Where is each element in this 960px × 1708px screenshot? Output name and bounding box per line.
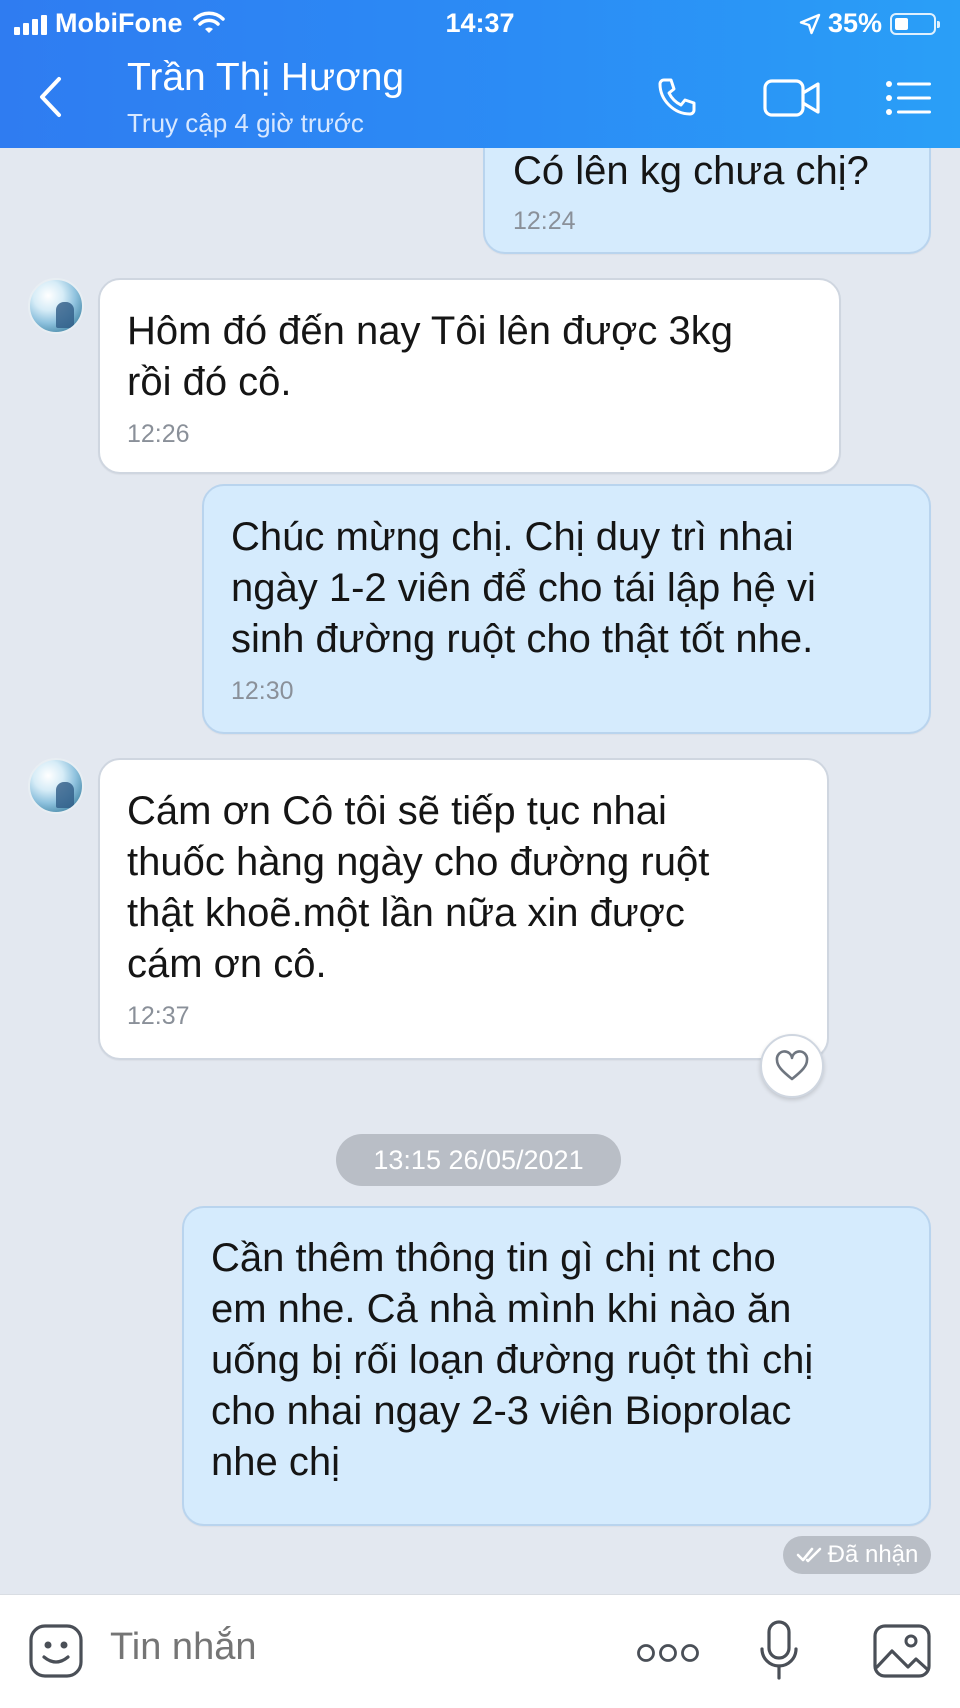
contact-avatar[interactable] bbox=[28, 278, 84, 334]
message-time: 12:26 bbox=[127, 420, 190, 448]
message-text: Chúc mừng chị. Chị duy trì nhai ngày 1-2… bbox=[231, 515, 816, 661]
more-dots-icon bbox=[637, 1644, 699, 1662]
menu-button[interactable] bbox=[884, 72, 934, 124]
message-time: 12:37 bbox=[127, 1002, 190, 1030]
message-text: Cần thêm thông tin gì chị nt cho em nhe.… bbox=[211, 1236, 814, 1484]
phone-icon bbox=[658, 78, 696, 116]
call-button[interactable] bbox=[650, 72, 702, 124]
message-text: Hôm đó đến nay Tôi lên được 3kg rồi đó c… bbox=[127, 309, 733, 404]
gallery-icon bbox=[873, 1624, 931, 1678]
message-input[interactable] bbox=[108, 1625, 592, 1670]
emoji-button[interactable] bbox=[28, 1623, 84, 1679]
location-arrow-icon bbox=[799, 13, 821, 34]
video-call-button[interactable] bbox=[762, 72, 822, 124]
contact-avatar[interactable] bbox=[28, 758, 84, 814]
voice-record-button[interactable] bbox=[758, 1619, 800, 1683]
message-time: 12:30 bbox=[231, 677, 294, 705]
message-bubble-outgoing[interactable]: Cần thêm thông tin gì chị nt cho em nhe.… bbox=[182, 1206, 931, 1526]
delivery-status: Đã nhận bbox=[783, 1536, 931, 1574]
gallery-button[interactable] bbox=[872, 1623, 932, 1679]
message-composer bbox=[0, 1594, 960, 1708]
battery-icon bbox=[890, 12, 940, 35]
microphone-icon bbox=[760, 1620, 798, 1680]
message-text: Cám ơn Cô tôi sẽ tiếp tục nhai thuốc hàn… bbox=[127, 789, 710, 986]
double-check-icon bbox=[796, 1547, 821, 1563]
delivery-status-text: Đã nhận bbox=[827, 1541, 919, 1568]
contact-last-seen: Truy cập 4 giờ trước bbox=[127, 108, 364, 138]
status-bar: MobiFone 14:37 35% bbox=[0, 0, 960, 48]
heart-icon bbox=[775, 1050, 809, 1081]
status-right: 35% bbox=[798, 8, 940, 39]
message-text: Có lên kg chưa chị? bbox=[513, 149, 869, 193]
chat-header: MobiFone 14:37 35% Trần Thị Hương Truy c… bbox=[0, 0, 960, 148]
emoji-icon bbox=[29, 1624, 83, 1678]
message-bubble-outgoing[interactable]: Chúc mừng chị. Chị duy trì nhai ngày 1-2… bbox=[202, 484, 931, 734]
contact-name[interactable]: Trần Thị Hương bbox=[127, 56, 404, 100]
message-time: 12:24 bbox=[513, 207, 576, 235]
react-heart-button[interactable] bbox=[760, 1034, 824, 1098]
back-button[interactable] bbox=[28, 70, 72, 124]
back-chevron-icon bbox=[40, 77, 61, 117]
date-separator: 13:15 26/05/2021 bbox=[336, 1134, 621, 1186]
message-bubble-incoming[interactable]: Cám ơn Cô tôi sẽ tiếp tục nhai thuốc hàn… bbox=[98, 758, 829, 1060]
battery-percent: 35% bbox=[827, 8, 882, 38]
more-options-button[interactable] bbox=[636, 1643, 700, 1663]
video-call-icon bbox=[763, 79, 820, 117]
message-bubble-incoming[interactable]: Hôm đó đến nay Tôi lên được 3kg rồi đó c… bbox=[98, 278, 841, 474]
menu-list-icon bbox=[886, 81, 931, 115]
